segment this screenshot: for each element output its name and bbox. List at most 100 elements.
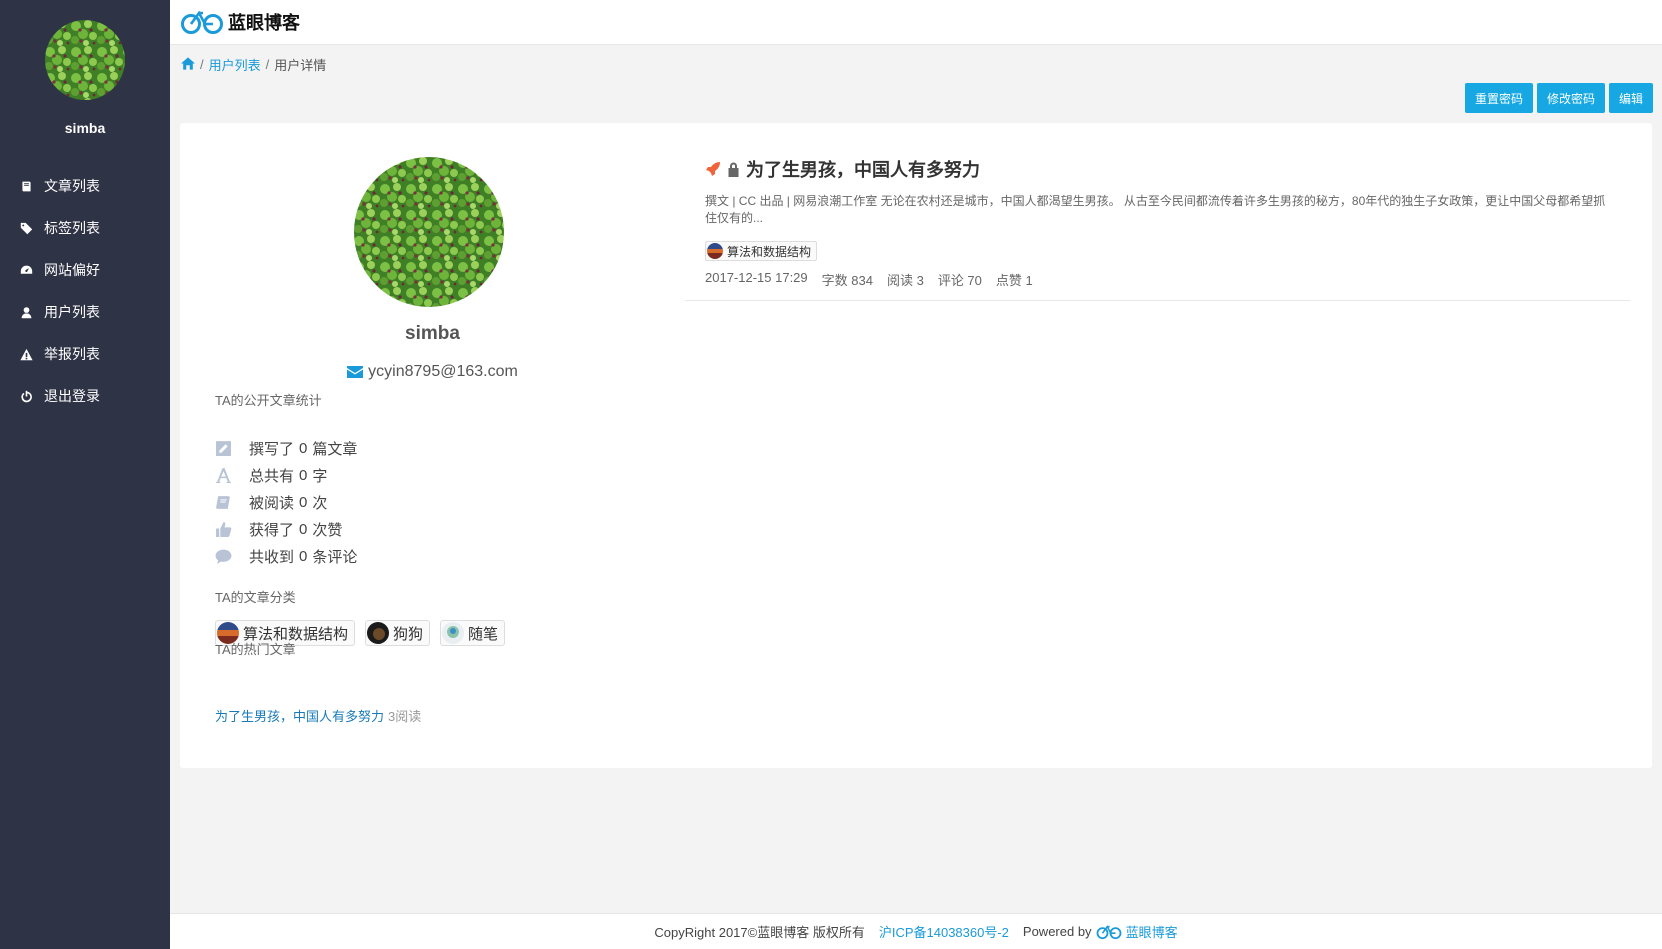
tag-image [707, 243, 723, 259]
avatar[interactable] [45, 20, 125, 100]
stat-unit: 条评论 [312, 549, 358, 566]
lock-icon [728, 162, 739, 177]
footer: CopyRight 2017©蓝眼博客 版权所有 沪ICP备14038360号-… [170, 913, 1662, 949]
logo[interactable]: 蓝眼博客 [180, 9, 300, 35]
change-password-button[interactable]: 修改密码 [1536, 83, 1605, 113]
sidebar-item-logout[interactable]: 退出登录 [0, 375, 170, 417]
powered-by: Powered by 蓝眼博客 [1023, 922, 1178, 941]
edit-button[interactable]: 编辑 [1608, 83, 1653, 113]
stat-unit: 篇文章 [312, 441, 358, 458]
sidebar-item-label: 标签列表 [44, 220, 100, 236]
sidebar-item-users[interactable]: 用户列表 [0, 291, 170, 333]
list-item: 获得了 0 次赞 [215, 516, 357, 543]
book-icon [20, 180, 42, 193]
stat-label: 被阅读 [249, 495, 295, 512]
brand-link[interactable]: 蓝眼博客 [1126, 922, 1178, 941]
article-tag[interactable]: 算法和数据结构 [705, 241, 818, 261]
list-item: 总共有 0 字 [215, 462, 357, 489]
article-date: 2017-12-15 17:29 [705, 270, 808, 285]
font-icon [215, 467, 249, 484]
dashboard-icon [20, 264, 42, 277]
article-words: 字数 834 [821, 273, 873, 288]
action-bar: 重置密码 修改密码 编辑 [1464, 83, 1653, 113]
list-item: 撰写了 0 篇文章 [215, 435, 357, 462]
category-label: 狗狗 [393, 625, 424, 643]
sidebar-item-tags[interactable]: 标签列表 [0, 207, 170, 249]
book-icon [215, 494, 249, 511]
hot-article-item: 为了生男孩，中国人有多努力 3阅读 [215, 706, 421, 725]
list-item: 被阅读 0 次 [215, 489, 357, 516]
stat-label: 共收到 [249, 549, 295, 566]
stat-label: 撰写了 [249, 441, 295, 458]
breadcrumb-separator: / [265, 57, 270, 72]
icp-link[interactable]: 沪ICP备14038360号-2 [879, 922, 1009, 941]
sidebar: simba 文章列表 标签列表 网站偏好 用户列表 举报列表 退出登录 [0, 0, 170, 949]
copyright-text: CopyRight 2017©蓝眼博客 版权所有 [654, 925, 865, 940]
comment-icon [215, 548, 249, 565]
article-title[interactable]: 为了生男孩，中国人有多努力 [746, 156, 980, 182]
user-icon [20, 306, 42, 319]
profile-email: ycyin8795@163.com [180, 363, 685, 381]
breadcrumb-link-users[interactable]: 用户列表 [209, 55, 261, 74]
envelope-icon [347, 366, 364, 378]
article-summary: 撰文 | CC 出品 | 网易浪潮工作室 无论在农村还是城市，中国人都渴望生男孩… [705, 194, 1606, 225]
sidebar-item-label: 退出登录 [44, 388, 100, 404]
stat-label: 总共有 [249, 468, 295, 485]
thumbs-up-icon [215, 521, 249, 538]
article-reads: 阅读 3 [886, 273, 924, 288]
article-likes: 点赞 1 [995, 273, 1033, 288]
home-icon[interactable] [181, 56, 195, 73]
logo-text: 蓝眼博客 [228, 13, 300, 33]
stat-value: 0 [299, 494, 308, 511]
article-comments: 评论 70 [937, 273, 982, 288]
category-image [442, 622, 465, 644]
powered-by-label: Powered by [1022, 924, 1092, 939]
sidebar-nav: 文章列表 标签列表 网站偏好 用户列表 举报列表 退出登录 [0, 165, 170, 417]
breadcrumb: / 用户列表 / 用户详情 [181, 55, 326, 74]
sidebar-username: simba [64, 120, 106, 136]
sidebar-item-label: 用户列表 [44, 304, 100, 320]
tag-label: 算法和数据结构 [727, 244, 812, 259]
sidebar-item-preferences[interactable]: 网站偏好 [0, 249, 170, 291]
breadcrumb-separator: / [200, 57, 204, 72]
bicycle-logo-icon [181, 10, 223, 34]
edit-icon [215, 440, 249, 457]
sidebar-item-articles[interactable]: 文章列表 [0, 165, 170, 207]
stat-value: 0 [299, 548, 308, 565]
profile-avatar [354, 157, 504, 307]
sidebar-item-reports[interactable]: 举报列表 [0, 333, 170, 375]
hot-article-reads: 3阅读 [388, 709, 422, 724]
category-chip[interactable]: 随笔 [440, 620, 506, 646]
sidebar-item-label: 网站偏好 [44, 262, 100, 278]
article-title-row: 为了生男孩，中国人有多努力 [705, 156, 980, 182]
stat-label: 获得了 [249, 522, 295, 539]
article-meta: 2017-12-15 17:29 字数 834 阅读 3 评论 70 点赞 1 [705, 270, 1033, 289]
list-item: 共收到 0 条评论 [215, 543, 357, 570]
bicycle-logo-icon [1096, 924, 1121, 939]
stats-title: TA的公开文章统计 [215, 393, 322, 408]
power-icon [20, 390, 42, 403]
article-list-item: 为了生男孩，中国人有多努力 撰文 | CC 出品 | 网易浪潮工作室 无论在农村… [685, 151, 1630, 301]
hot-articles-title: TA的热门文章 [215, 642, 296, 657]
stats-list: 撰写了 0 篇文章 总共有 0 字 被阅读 0 次 获得了 0 次赞 共收到 0 条评论 [215, 435, 357, 570]
profile-panel: simba ycyin8795@163.com TA的公开文章统计 撰写了 0 篇文… [180, 123, 685, 768]
stat-unit: 字 [312, 468, 328, 485]
categories-title: TA的文章分类 [215, 590, 296, 605]
top-header: 蓝眼博客 [170, 0, 1662, 45]
sidebar-item-label: 举报列表 [44, 346, 100, 362]
rocket-icon [706, 162, 720, 176]
category-chip[interactable]: 狗狗 [365, 620, 431, 646]
hot-article-link[interactable]: 为了生男孩，中国人有多努力 [215, 706, 384, 725]
sidebar-item-label: 文章列表 [44, 178, 100, 194]
stat-value: 0 [299, 521, 308, 538]
reset-password-button[interactable]: 重置密码 [1464, 83, 1533, 113]
stat-unit: 次 [312, 495, 328, 512]
breadcrumb-current: 用户详情 [274, 58, 327, 73]
profile-name: simba [405, 323, 460, 344]
stat-unit: 次赞 [312, 522, 343, 539]
stat-value: 0 [299, 467, 308, 484]
user-detail-card: simba ycyin8795@163.com TA的公开文章统计 撰写了 0 篇文… [180, 123, 1652, 768]
category-label: 随笔 [468, 625, 499, 643]
stat-value: 0 [299, 440, 308, 457]
tags-icon [20, 222, 42, 235]
